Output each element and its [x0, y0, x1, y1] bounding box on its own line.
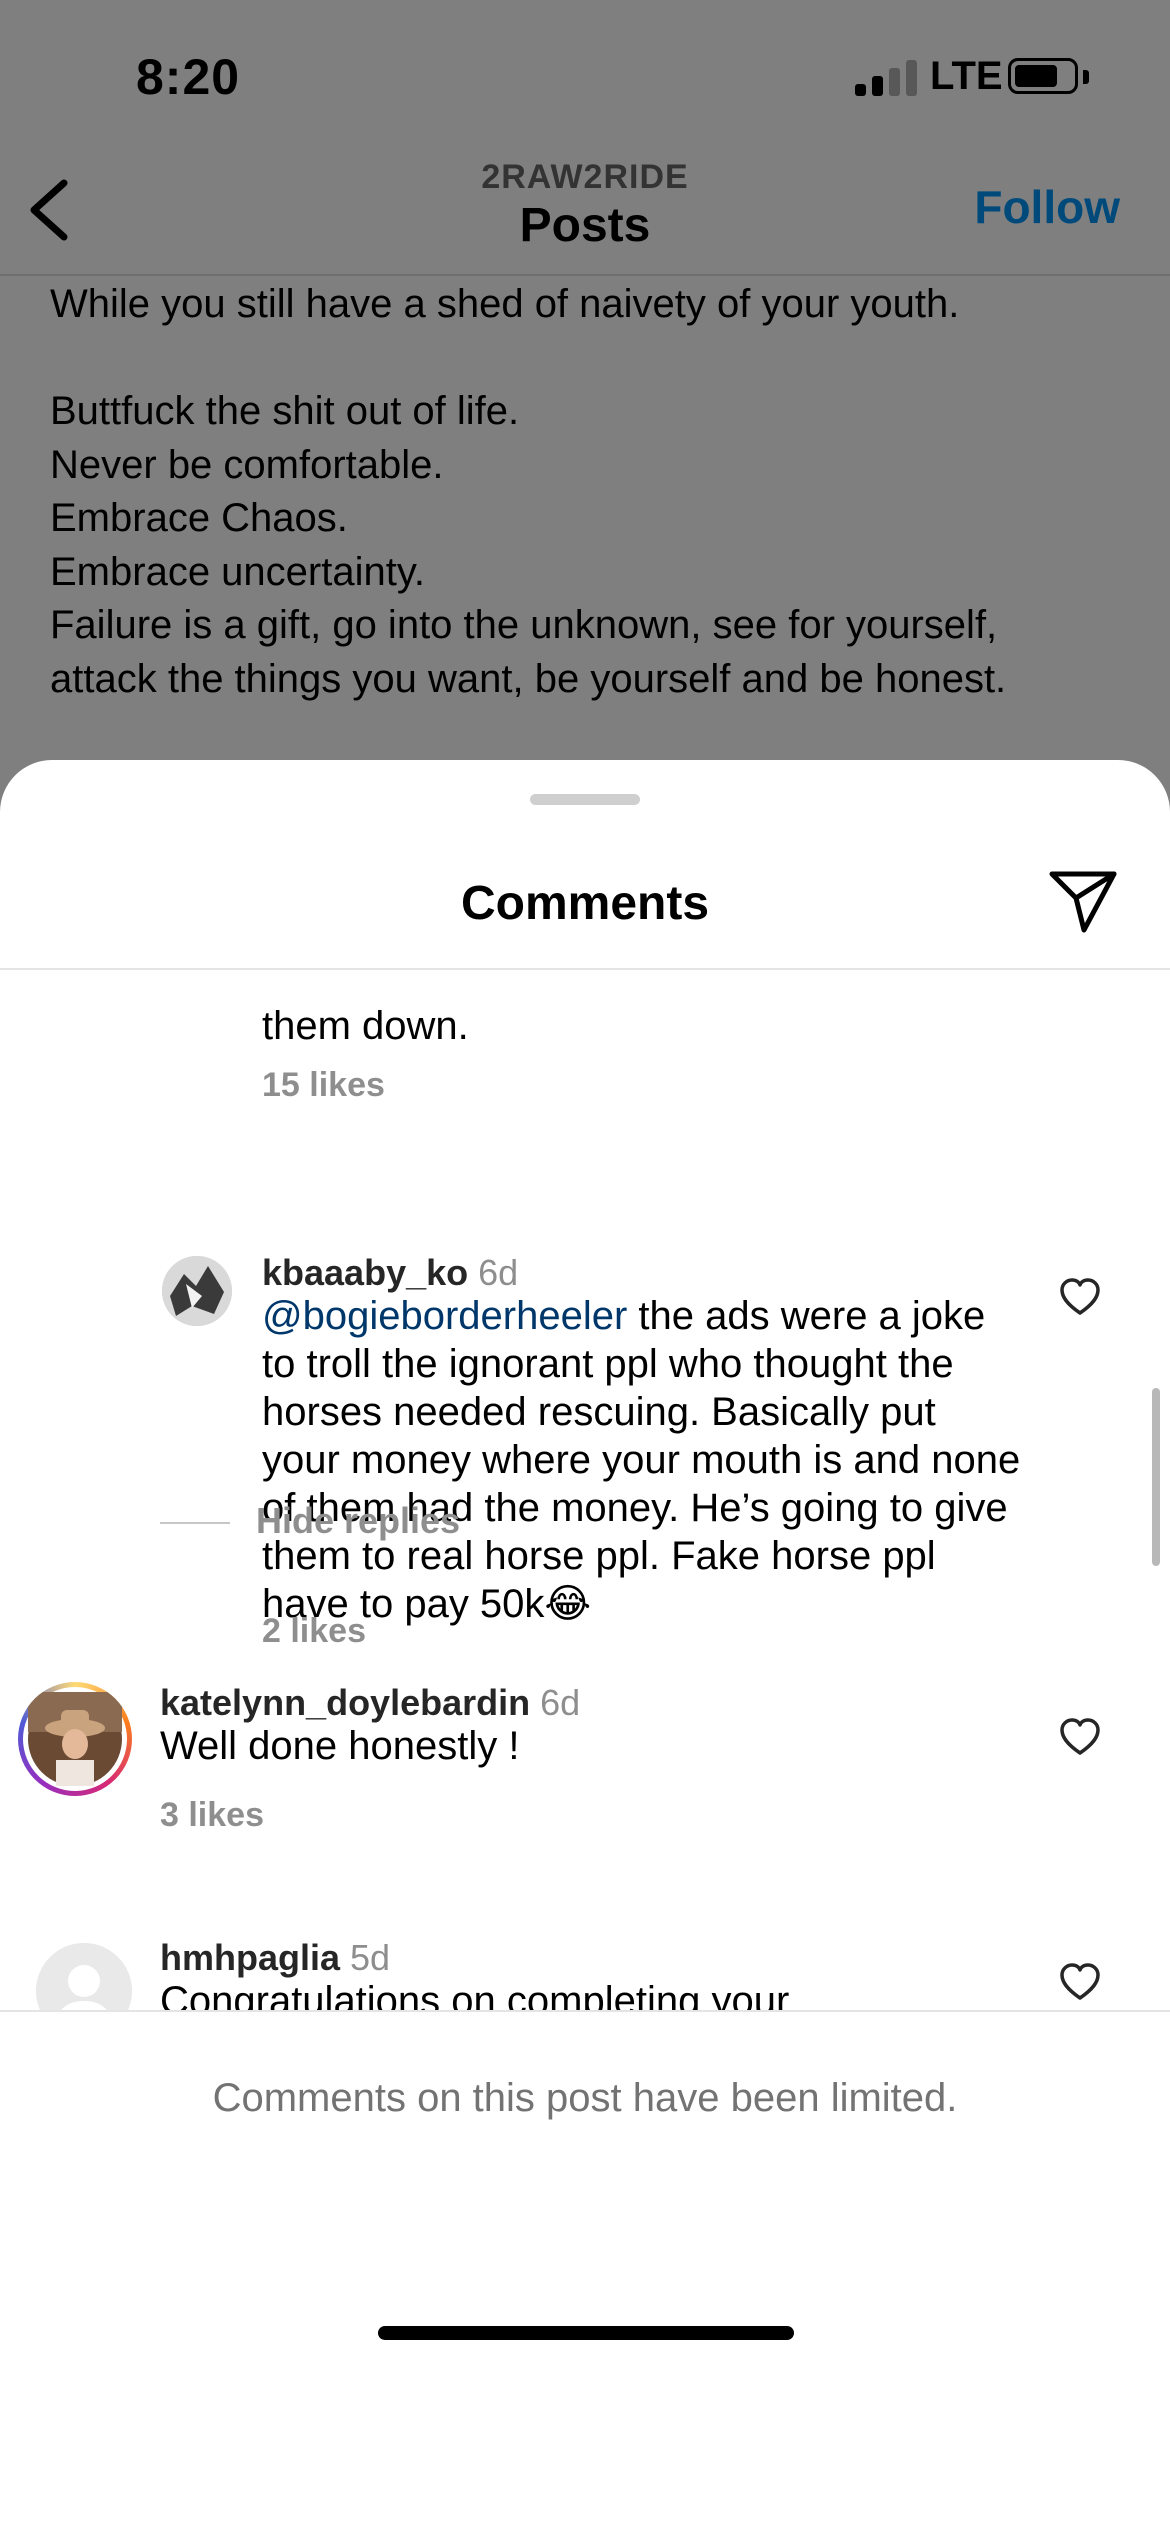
comment-time: 5d: [350, 1937, 391, 1978]
comment-header: katelynn_doylebardin 6d: [160, 1682, 580, 1724]
comment-text: @bogieborderheeler the ads were a joke t…: [262, 1292, 1022, 1628]
avatar-placeholder[interactable]: [36, 1943, 132, 2010]
hide-replies-line: [160, 1522, 230, 1524]
comments-list[interactable]: them down. 15 likes kbaaaby_ko 6d @bogieb…: [0, 970, 1170, 2010]
likes-count[interactable]: 15 likes: [262, 1066, 385, 1105]
comment-username[interactable]: katelynn_doylebardin: [160, 1682, 530, 1723]
comment-username[interactable]: kbaaaby_ko: [262, 1252, 468, 1293]
send-icon[interactable]: [1048, 868, 1118, 934]
default-avatar-icon: [36, 1943, 132, 2010]
comment-header: hmhpaglia 5d: [160, 1937, 390, 1979]
comment-body: the ads were a joke to troll the ignoran…: [262, 1294, 1021, 1626]
heart-icon[interactable]: [1059, 1278, 1101, 1316]
likes-count[interactable]: 2 likes: [262, 1612, 366, 1651]
comment-body: Congratulations on completing your adven…: [160, 1979, 790, 2010]
sheet-title: Comments: [460, 877, 710, 930]
comments-sheet: Comments them down. 15 likes kbaaaby_ko 6…: [0, 760, 1170, 2532]
scrollbar[interactable]: [1152, 1388, 1160, 1566]
likes-count[interactable]: 3 likes: [160, 1796, 264, 1835]
story-ring-avatar[interactable]: [18, 1682, 132, 1796]
home-indicator[interactable]: [378, 2326, 794, 2340]
hide-replies-label: Hide replies: [256, 1500, 461, 1541]
avatar-image: [162, 1256, 232, 1326]
comments-limited-notice: Comments on this post have been limited.: [212, 2076, 958, 2120]
comments-limited-bar: Comments on this post have been limited.: [0, 2010, 1170, 2532]
comment-header: kbaaaby_ko 6d: [262, 1252, 518, 1294]
sheet-grabber[interactable]: [530, 794, 640, 805]
heart-icon[interactable]: [1059, 1718, 1101, 1756]
heart-icon[interactable]: [1059, 1963, 1101, 2001]
avatar[interactable]: [162, 1256, 232, 1326]
comment-time: 6d: [540, 1682, 581, 1723]
avatar-image: [28, 1692, 122, 1786]
mention-link[interactable]: @bogieborderheeler: [262, 1294, 627, 1338]
comment-time: 6d: [478, 1252, 519, 1293]
comment-body: Well done honestly !: [160, 1724, 520, 1768]
comment-text-tail: them down.: [262, 1004, 469, 1048]
comment-username[interactable]: hmhpaglia: [160, 1937, 340, 1978]
